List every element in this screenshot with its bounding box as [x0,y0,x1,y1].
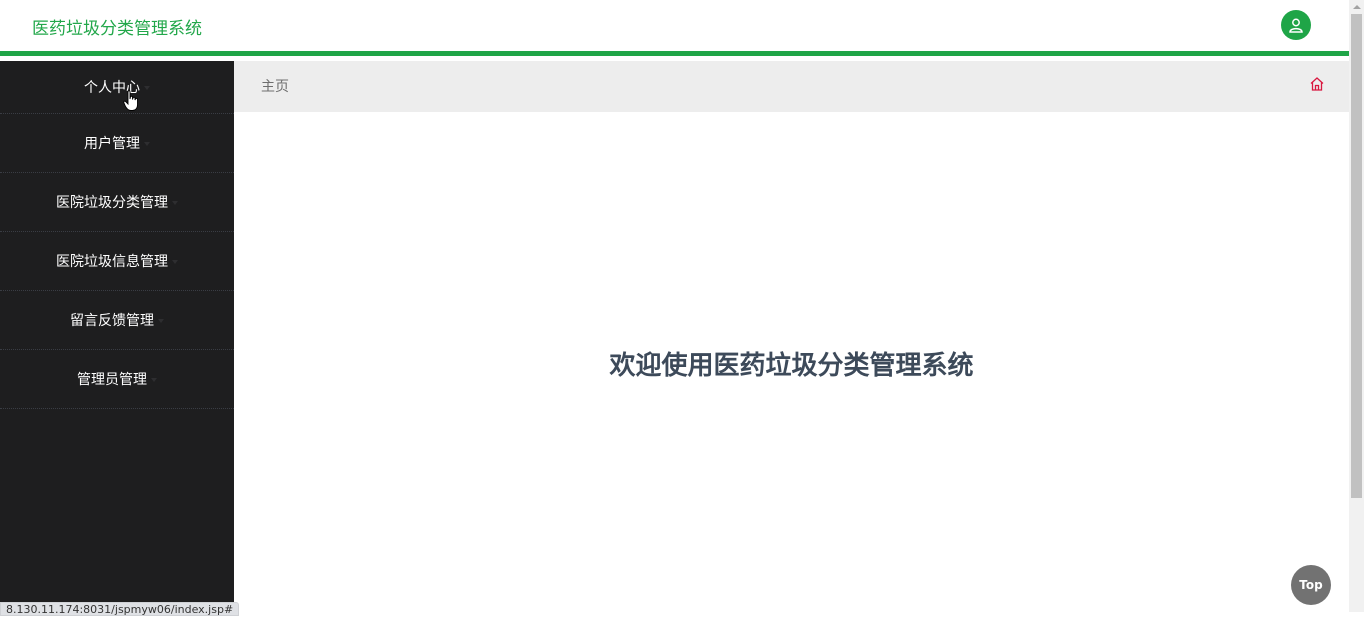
sidebar-item-label: 用户管理 [84,136,140,152]
sidebar-item-label: 个人中心 [84,80,140,96]
user-avatar-button[interactable] [1281,10,1311,40]
welcome-heading: 欢迎使用医药垃圾分类管理系统 [609,351,974,381]
breadcrumb-current: 主页 [261,79,289,95]
caret-down-icon [172,201,178,205]
breadcrumb: 主页 [234,61,1349,112]
sidebar-item-label: 医院垃圾分类管理 [56,195,168,211]
caret-down-icon [144,86,150,90]
caret-down-icon [172,260,178,264]
sidebar-item-label: 留言反馈管理 [70,313,154,329]
scrollbar-thumb[interactable] [1351,14,1362,498]
caret-down-icon [151,378,157,382]
back-to-top-button[interactable]: Top [1291,565,1331,605]
browser-status-url: 8.130.11.174:8031/jspmyw06/index.jsp# [0,602,240,616]
app-header: 医药垃圾分类管理系统 [0,0,1349,56]
scroll-up-arrow-icon[interactable] [1353,5,1361,9]
vertical-scrollbar[interactable] [1349,0,1364,612]
caret-down-icon [158,319,164,323]
sidebar: 个人中心 用户管理 医院垃圾分类管理 医院垃圾信息管理 留言反馈管理 管理员管理 [0,61,234,612]
user-icon [1289,18,1303,33]
home-icon[interactable] [1309,76,1325,92]
app-title: 医药垃圾分类管理系统 [32,19,202,39]
sidebar-item-personal-center[interactable]: 个人中心 [0,61,234,114]
sidebar-item-user-management[interactable]: 用户管理 [0,114,234,173]
sidebar-item-admin-management[interactable]: 管理员管理 [0,350,234,409]
sidebar-item-feedback-management[interactable]: 留言反馈管理 [0,291,234,350]
caret-down-icon [144,142,150,146]
sidebar-item-label: 管理员管理 [77,372,147,388]
sidebar-item-waste-category-management[interactable]: 医院垃圾分类管理 [0,173,234,232]
sidebar-item-waste-info-management[interactable]: 医院垃圾信息管理 [0,232,234,291]
sidebar-item-label: 医院垃圾信息管理 [56,254,168,270]
